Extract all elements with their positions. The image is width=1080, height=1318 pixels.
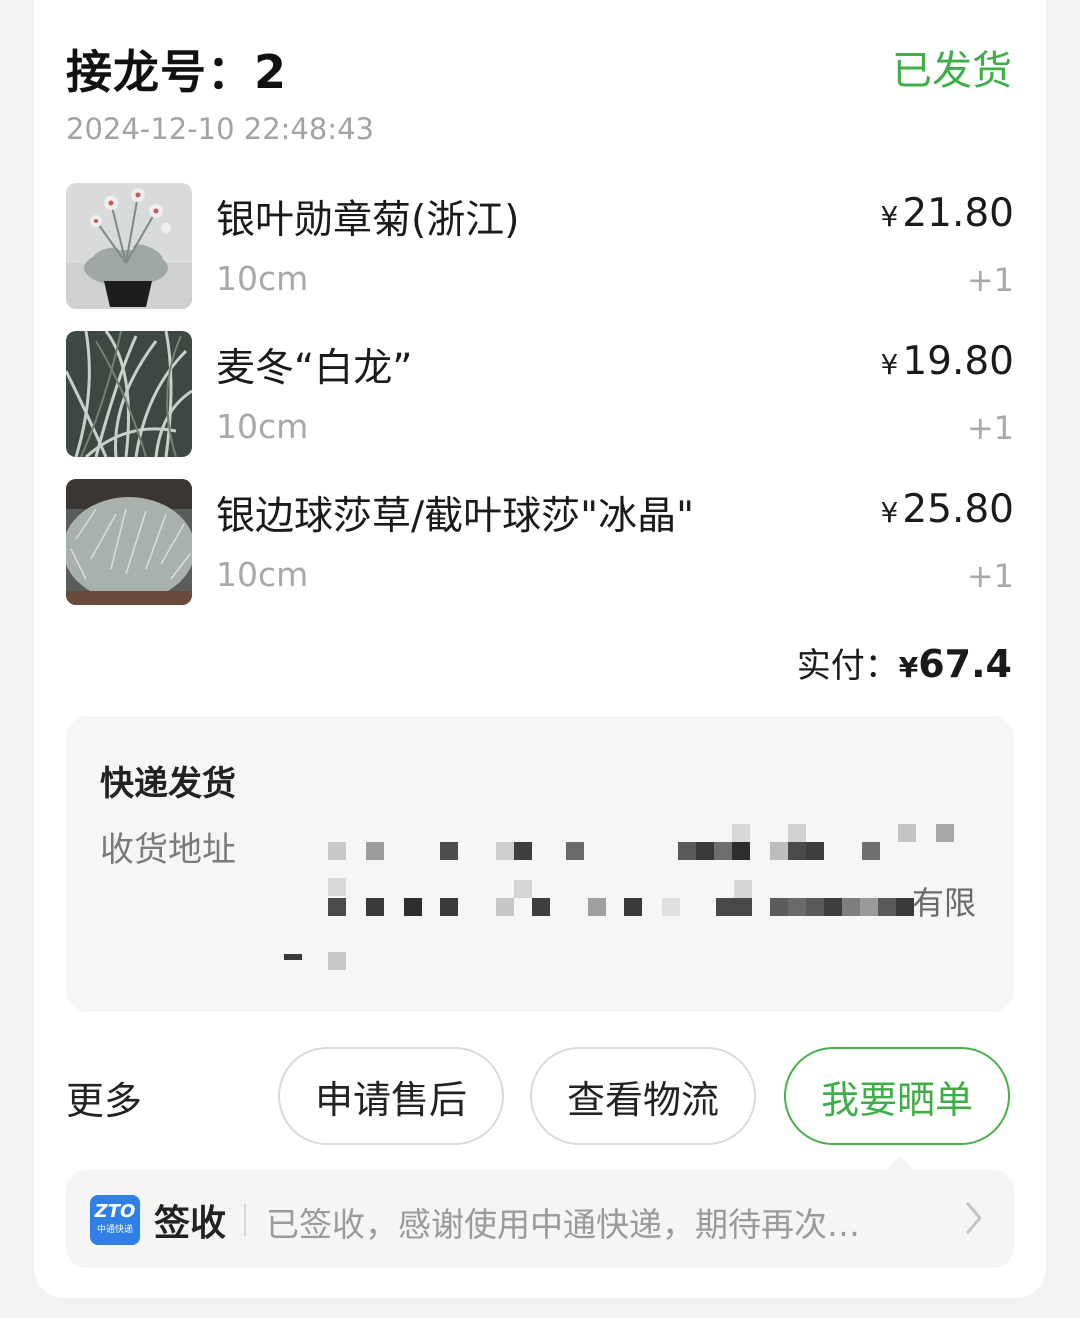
shipping-info-panel: 快递发货 收货地址 有限 bbox=[66, 716, 1014, 1012]
tracking-summary[interactable]: ZTO 中通快递 签收 已签收，感谢使用中通快递，期待再次… bbox=[66, 1170, 1014, 1268]
tracking-message: 已签收，感谢使用中通快递，期待再次… bbox=[266, 1205, 860, 1244]
more-button[interactable]: 更多 bbox=[66, 1070, 142, 1125]
product-name: 麦冬“白龙” bbox=[216, 346, 413, 391]
order-item[interactable]: 银叶勋章菊(浙江) 10cm ¥21.80 +1 bbox=[66, 183, 1014, 311]
product-name: 银叶勋章菊(浙江) bbox=[216, 198, 520, 243]
view-logistics-button[interactable]: 查看物流 bbox=[530, 1047, 756, 1145]
chevron-right-icon[interactable] bbox=[964, 1200, 984, 1240]
after-sale-button[interactable]: 申请售后 bbox=[278, 1047, 504, 1145]
order-number: 2 bbox=[254, 45, 288, 99]
order-status: 已发货 bbox=[892, 48, 1012, 94]
order-item[interactable]: 银边球莎草/截叶球莎"冰晶" 10cm ¥25.80 +1 bbox=[66, 479, 1014, 607]
product-name: 银边球莎草/截叶球莎"冰晶" bbox=[216, 494, 695, 539]
product-spec: 10cm bbox=[216, 407, 309, 446]
divider bbox=[244, 1204, 246, 1236]
address-text-fragment: 有限 bbox=[912, 884, 977, 922]
product-price: ¥25.80 bbox=[880, 487, 1014, 532]
product-quantity: +1 bbox=[966, 261, 1014, 299]
product-quantity: +1 bbox=[966, 409, 1014, 447]
address-redacted-mosaic bbox=[66, 716, 1014, 1012]
product-image bbox=[66, 331, 192, 457]
order-time: 2024-12-10 22:48:43 bbox=[66, 112, 374, 146]
product-price: ¥21.80 bbox=[880, 191, 1014, 236]
paid-total: 实付：¥67.4 bbox=[796, 642, 1012, 686]
paid-amount: 67.4 bbox=[918, 642, 1012, 686]
share-review-button[interactable]: 我要晒单 bbox=[784, 1047, 1010, 1145]
product-spec: 10cm bbox=[216, 259, 309, 298]
zto-logo-icon: ZTO 中通快递 bbox=[90, 1195, 140, 1245]
order-item[interactable]: 麦冬“白龙” 10cm ¥19.80 +1 bbox=[66, 331, 1014, 459]
product-image bbox=[66, 183, 192, 309]
tracking-status: 签收 bbox=[154, 1203, 227, 1244]
order-title: 接龙号：2 bbox=[66, 45, 288, 99]
product-spec: 10cm bbox=[216, 555, 309, 594]
product-quantity: +1 bbox=[966, 557, 1014, 595]
product-price: ¥19.80 bbox=[880, 339, 1014, 384]
product-image bbox=[66, 479, 192, 605]
